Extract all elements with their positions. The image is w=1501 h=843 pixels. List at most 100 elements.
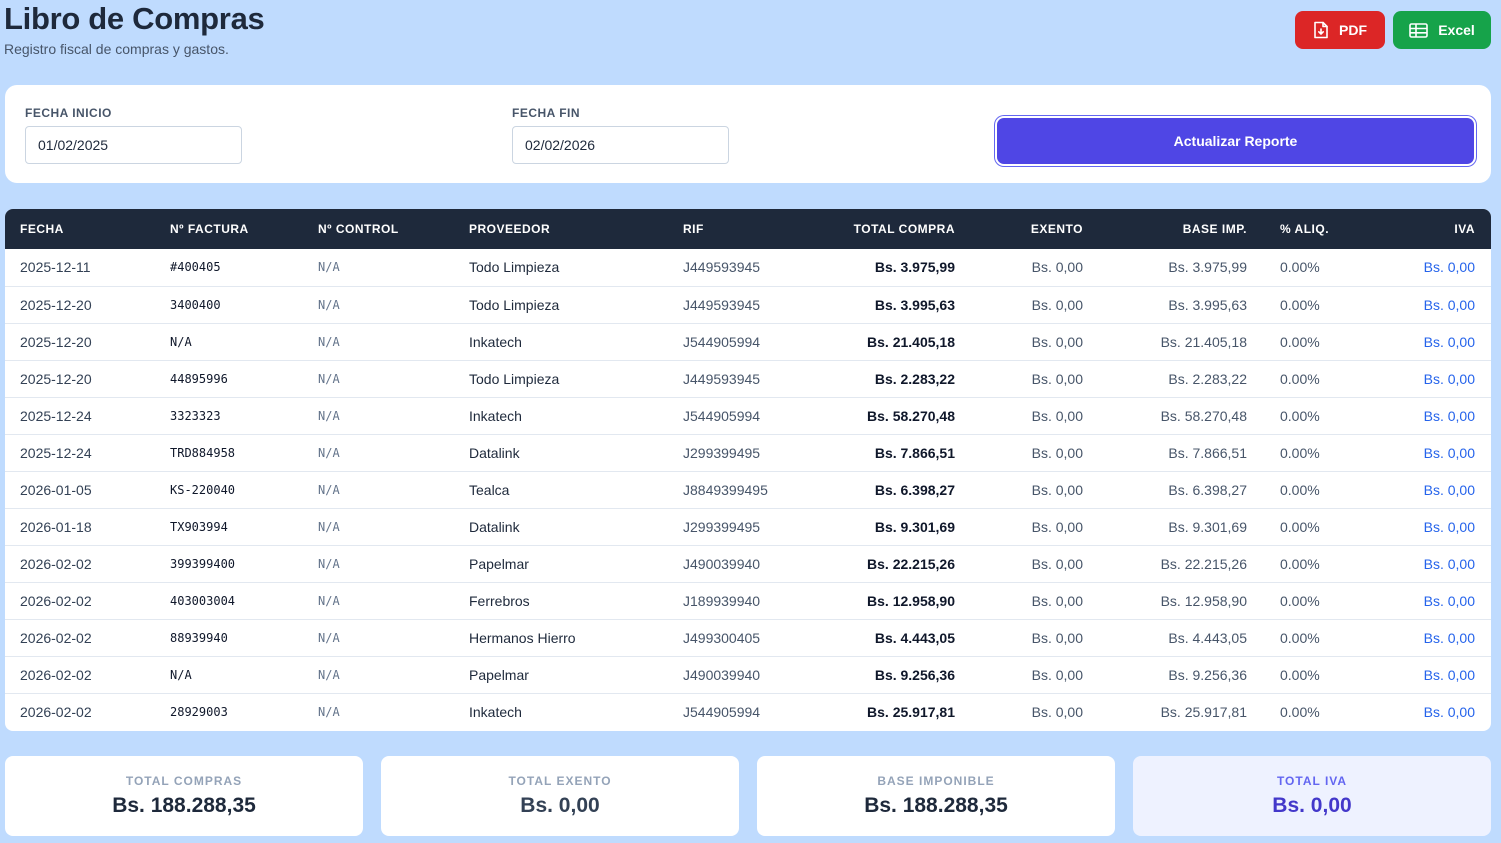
base-imponible-card: BASE IMPONIBLE Bs. 188.288,35 — [757, 756, 1115, 836]
cell-iva: Bs. 0,00 — [1423, 703, 1475, 720]
cell-proveedor: Ferrebros — [469, 592, 530, 609]
cell-control: N/A — [318, 519, 340, 534]
cell-factura: 44895996 — [170, 371, 228, 386]
cell-factura: 28929003 — [170, 704, 228, 719]
start-date-label: FECHA INICIO — [25, 106, 112, 120]
cell-iva: Bs. 0,00 — [1423, 666, 1475, 683]
end-date-field: FECHA FIN 02/02/2026 — [512, 106, 729, 164]
cell-total: Bs. 3.975,99 — [874, 259, 955, 276]
update-report-button[interactable]: Actualizar Reporte — [997, 118, 1474, 164]
cell-base: Bs. 4.443,05 — [1168, 629, 1247, 646]
pdf-export-button[interactable]: PDF — [1295, 11, 1385, 49]
cell-total: Bs. 9.256,36 — [874, 666, 955, 683]
cell-rif: J544905994 — [683, 407, 761, 424]
cell-rif: J299399495 — [683, 518, 761, 535]
cell-fecha: 2026-02-02 — [20, 555, 92, 572]
cell-factura: #400405 — [170, 260, 221, 275]
cell-factura: N/A — [170, 334, 192, 349]
cell-aliq: 0.00% — [1280, 259, 1320, 276]
cell-rif: J499300405 — [683, 629, 761, 646]
base-imponible-value: Bs. 188.288,35 — [864, 794, 1008, 817]
cell-total: Bs. 25.917,81 — [867, 703, 955, 720]
cell-factura: TRD884958 — [170, 445, 236, 460]
cell-aliq: 0.00% — [1280, 666, 1320, 683]
cell-fecha: 2025-12-11 — [20, 259, 91, 276]
pdf-button-label: PDF — [1339, 22, 1367, 38]
col-total: TOTAL COMPRA — [853, 222, 955, 236]
total-iva-value: Bs. 0,00 — [1272, 794, 1352, 817]
cell-aliq: 0.00% — [1280, 370, 1320, 387]
cell-factura: N/A — [170, 667, 192, 682]
cell-fecha: 2026-02-02 — [20, 703, 92, 720]
col-aliq: % ALIQ. — [1280, 222, 1330, 236]
excel-export-button[interactable]: Excel — [1393, 11, 1491, 49]
cell-exento: Bs. 0,00 — [1031, 703, 1083, 720]
table-row: 2025-12-11 #400405 N/A Todo Limpieza J449593… — [5, 249, 1491, 286]
cell-exento: Bs. 0,00 — [1031, 666, 1083, 683]
start-date-input[interactable]: 01/02/2025 — [25, 126, 242, 164]
cell-total: Bs. 2.283,22 — [874, 370, 955, 387]
cell-exento: Bs. 0,00 — [1031, 444, 1083, 461]
total-compras-label: TOTAL COMPRAS — [125, 774, 243, 788]
start-date-field: FECHA INICIO 01/02/2025 — [25, 106, 242, 164]
cell-iva: Bs. 0,00 — [1423, 555, 1475, 572]
cell-aliq: 0.00% — [1280, 592, 1320, 609]
cell-base: Bs. 7.866,51 — [1168, 444, 1247, 461]
cell-fecha: 2026-01-18 — [20, 518, 92, 535]
cell-rif: J544905994 — [683, 703, 761, 720]
cell-proveedor: Tealca — [469, 481, 510, 498]
cell-aliq: 0.00% — [1280, 703, 1320, 720]
cell-aliq: 0.00% — [1280, 333, 1320, 350]
page-title: Libro de Compras — [4, 1, 265, 36]
col-exento: EXENTO — [1030, 222, 1083, 236]
page-header: Libro de Compras Registro fiscal de comp… — [4, 0, 265, 57]
purchases-table-container: FECHA Nº FACTURA Nº CONTROL PROVEEDOR RI… — [5, 209, 1491, 731]
cell-base: Bs. 25.917,81 — [1160, 703, 1247, 720]
cell-exento: Bs. 0,00 — [1031, 296, 1083, 313]
cell-fecha: 2025-12-20 — [20, 333, 92, 350]
cell-iva: Bs. 0,00 — [1423, 259, 1475, 276]
cell-iva: Bs. 0,00 — [1423, 407, 1475, 424]
cell-iva: Bs. 0,00 — [1423, 333, 1475, 350]
cell-base: Bs. 58.270,48 — [1160, 407, 1247, 424]
cell-control: N/A — [318, 297, 340, 312]
cell-base: Bs. 9.301,69 — [1168, 518, 1247, 535]
cell-total: Bs. 4.443,05 — [874, 629, 955, 646]
cell-base: Bs. 6.398,27 — [1168, 481, 1247, 498]
end-date-label: FECHA FIN — [512, 106, 581, 120]
cell-base: Bs. 9.256,36 — [1168, 666, 1247, 683]
table-header-row: FECHA Nº FACTURA Nº CONTROL PROVEEDOR RI… — [5, 209, 1491, 249]
cell-control: N/A — [318, 371, 340, 386]
table-row: 2026-02-02 N/A N/A Papelmar J490039940 Bs. 9.… — [5, 656, 1491, 693]
table-row: 2026-02-02 88939940 N/A Hermanos Hierro J499… — [5, 619, 1491, 656]
cell-rif: J299399495 — [683, 444, 761, 461]
cell-aliq: 0.00% — [1280, 555, 1320, 572]
end-date-input[interactable]: 02/02/2026 — [512, 126, 729, 164]
cell-proveedor: Todo Limpieza — [469, 259, 560, 276]
table-row: 2025-12-20 N/A N/A Inkatech J544905994 Bs. 21… — [5, 323, 1491, 360]
total-exento-label: TOTAL EXENTO — [508, 774, 612, 788]
cell-base: Bs. 3.995,63 — [1168, 296, 1247, 313]
cell-total: Bs. 7.866,51 — [874, 444, 955, 461]
spreadsheet-icon — [1409, 22, 1429, 38]
cell-iva: Bs. 0,00 — [1423, 370, 1475, 387]
total-compras-card: TOTAL COMPRAS Bs. 188.288,35 — [5, 756, 363, 836]
cell-fecha: 2026-02-02 — [20, 629, 92, 646]
cell-fecha: 2026-02-02 — [20, 666, 92, 683]
cell-total: Bs. 3.995,63 — [874, 296, 955, 313]
col-control: Nº CONTROL — [318, 222, 399, 236]
total-exento-card: TOTAL EXENTO Bs. 0,00 — [381, 756, 739, 836]
cell-exento: Bs. 0,00 — [1031, 333, 1083, 350]
cell-rif: J544905994 — [683, 333, 761, 350]
cell-aliq: 0.00% — [1280, 629, 1320, 646]
cell-fecha: 2026-01-05 — [20, 481, 92, 498]
cell-proveedor: Inkatech — [469, 703, 522, 720]
cell-fecha: 2025-12-24 — [20, 407, 92, 424]
cell-proveedor: Hermanos Hierro — [469, 629, 576, 646]
base-imponible-label: BASE IMPONIBLE — [877, 774, 995, 788]
export-actions: PDF Excel — [1295, 11, 1491, 49]
cell-base: Bs. 21.405,18 — [1160, 333, 1247, 350]
cell-control: N/A — [318, 260, 340, 275]
cell-rif: J490039940 — [683, 666, 761, 683]
cell-rif: J449593945 — [683, 259, 761, 276]
